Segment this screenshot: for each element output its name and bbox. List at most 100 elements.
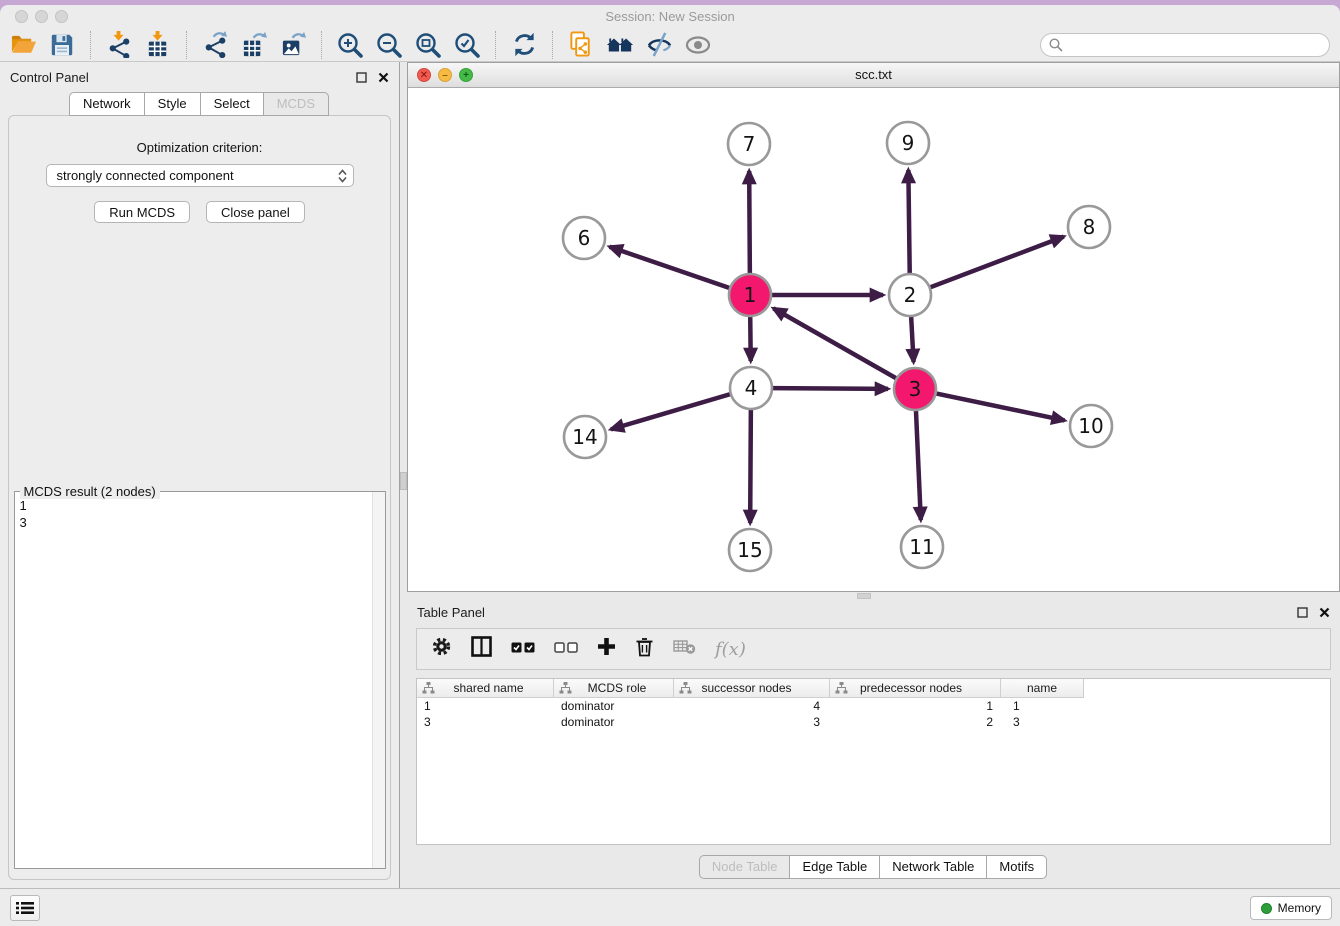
graph-node-label: 4 [745, 376, 758, 400]
splitter-handle[interactable] [400, 472, 407, 490]
column-header-mcds-role[interactable]: MCDS role [554, 679, 674, 697]
toggle-panel-icon[interactable] [471, 636, 492, 662]
column-type-icon [679, 682, 692, 694]
app-titlebar: Session: New Session [0, 5, 1340, 28]
open-session-icon[interactable] [8, 30, 38, 60]
show-graphics-details-icon[interactable] [683, 30, 713, 60]
graph-edge-4-15[interactable] [750, 410, 751, 523]
tab-edge-table[interactable]: Edge Table [789, 855, 880, 879]
zoom-fit-icon[interactable] [413, 30, 443, 60]
zoom-selected-icon[interactable] [452, 30, 482, 60]
table-toolbar: f(x) [416, 628, 1331, 670]
network-window-title: scc.txt [408, 67, 1339, 82]
memory-button[interactable]: Memory [1250, 896, 1332, 920]
graph-node-label: 2 [904, 283, 917, 307]
zoom-in-icon[interactable] [335, 30, 365, 60]
network-window: ✕ – + scc.txt 7968124314101511 [407, 62, 1340, 592]
table-settings-icon[interactable] [431, 636, 452, 662]
column-header-predecessor-nodes[interactable]: predecessor nodes [830, 679, 1001, 697]
graph-edge-2-9[interactable] [908, 170, 909, 273]
float-panel-icon[interactable] [356, 72, 367, 83]
node-table: shared name MCDS role successor nodes [416, 678, 1331, 845]
graph-node-label: 6 [578, 226, 591, 250]
tab-network-table[interactable]: Network Table [879, 855, 987, 879]
network-canvas[interactable]: 7968124314101511 [408, 88, 1339, 591]
task-history-button[interactable] [10, 895, 40, 921]
vertical-splitter[interactable] [400, 62, 407, 888]
search-input[interactable] [1068, 38, 1321, 52]
tab-motifs[interactable]: Motifs [986, 855, 1047, 879]
tab-style[interactable]: Style [144, 92, 201, 116]
graph-node-label: 14 [572, 425, 597, 449]
zoom-out-icon[interactable] [374, 30, 404, 60]
table-row[interactable]: 3 dominator 3 2 3 [417, 714, 1330, 730]
import-network-icon[interactable] [104, 30, 134, 60]
mcds-result-box: MCDS result (2 nodes) 1 3 [14, 491, 386, 869]
graph-edge-1-6[interactable] [610, 247, 730, 288]
graph-node-label: 9 [902, 131, 915, 155]
network-window-titlebar: ✕ – + scc.txt [408, 63, 1339, 88]
app-window: Session: New Session [0, 5, 1340, 926]
graph-edge-2-8[interactable] [931, 237, 1064, 288]
table-panel: Table Panel [407, 600, 1340, 888]
horizontal-splitter[interactable] [407, 592, 1340, 600]
close-panel-icon[interactable] [378, 72, 389, 83]
graph-edge-3-11[interactable] [916, 411, 921, 520]
add-row-icon[interactable] [597, 637, 616, 661]
search-box[interactable] [1040, 33, 1330, 57]
graph-node-label: 11 [909, 535, 934, 559]
graph-edge-4-14[interactable] [611, 394, 730, 429]
clone-network-icon[interactable] [566, 30, 596, 60]
tab-network[interactable]: Network [69, 92, 145, 116]
control-panel: Control Panel Network Style Select MCDS … [0, 62, 400, 888]
mcds-panel-body: Optimization criterion: strongly connect… [8, 115, 391, 880]
column-type-icon [422, 682, 435, 694]
column-header-name[interactable]: name [1001, 679, 1084, 697]
function-builder-icon[interactable]: f(x) [715, 639, 746, 660]
tab-mcds[interactable]: MCDS [263, 92, 329, 116]
mcds-result-list[interactable]: 1 3 [15, 495, 372, 868]
close-panel-icon[interactable] [1319, 607, 1330, 618]
graph-edge-1-7[interactable] [749, 171, 750, 273]
control-panel-tabs: Network Style Select MCDS [0, 92, 399, 116]
table-panel-header: Table Panel [407, 600, 1340, 624]
result-item[interactable]: 3 [20, 514, 372, 531]
export-network-icon[interactable] [200, 30, 230, 60]
app-title: Session: New Session [0, 9, 1340, 24]
tab-node-table[interactable]: Node Table [699, 855, 791, 879]
graph-edge-2-3[interactable] [911, 317, 913, 362]
toolbar-separator [321, 31, 322, 59]
refresh-view-icon[interactable] [509, 30, 539, 60]
deselect-all-columns-icon[interactable] [554, 640, 578, 659]
select-all-columns-icon[interactable] [511, 640, 535, 659]
graph-edge-3-10[interactable] [937, 394, 1065, 421]
hide-graphics-details-icon[interactable] [644, 30, 674, 60]
home-pair-icon[interactable] [605, 30, 635, 60]
column-type-icon [835, 682, 848, 694]
export-image-icon[interactable] [278, 30, 308, 60]
export-table-icon[interactable] [239, 30, 269, 60]
graph-edge-4-3[interactable] [773, 388, 888, 389]
delete-table-icon[interactable] [673, 638, 696, 660]
splitter-handle[interactable] [857, 593, 871, 599]
run-mcds-button[interactable]: Run MCDS [94, 201, 190, 223]
column-header-shared-name[interactable]: shared name [417, 679, 554, 697]
float-panel-icon[interactable] [1297, 607, 1308, 618]
graph-edge-3-1[interactable] [773, 308, 895, 378]
result-item[interactable]: 1 [20, 497, 372, 514]
dropdown-value: strongly connected component [57, 168, 234, 183]
tab-select[interactable]: Select [200, 92, 264, 116]
optimization-criterion-dropdown[interactable]: strongly connected component [46, 164, 354, 187]
toolbar-separator [495, 31, 496, 59]
result-scrollbar[interactable] [372, 492, 385, 868]
network-graph: 7968124314101511 [408, 88, 1339, 592]
import-table-icon[interactable] [143, 30, 173, 60]
save-session-icon[interactable] [47, 30, 77, 60]
graph-node-label: 10 [1078, 414, 1103, 438]
search-icon [1049, 38, 1063, 52]
close-panel-button[interactable]: Close panel [206, 201, 305, 223]
table-row[interactable]: 1 dominator 4 1 1 [417, 698, 1330, 714]
column-header-successor-nodes[interactable]: successor nodes [674, 679, 830, 697]
toolbar-separator [186, 31, 187, 59]
delete-row-icon[interactable] [635, 636, 654, 662]
